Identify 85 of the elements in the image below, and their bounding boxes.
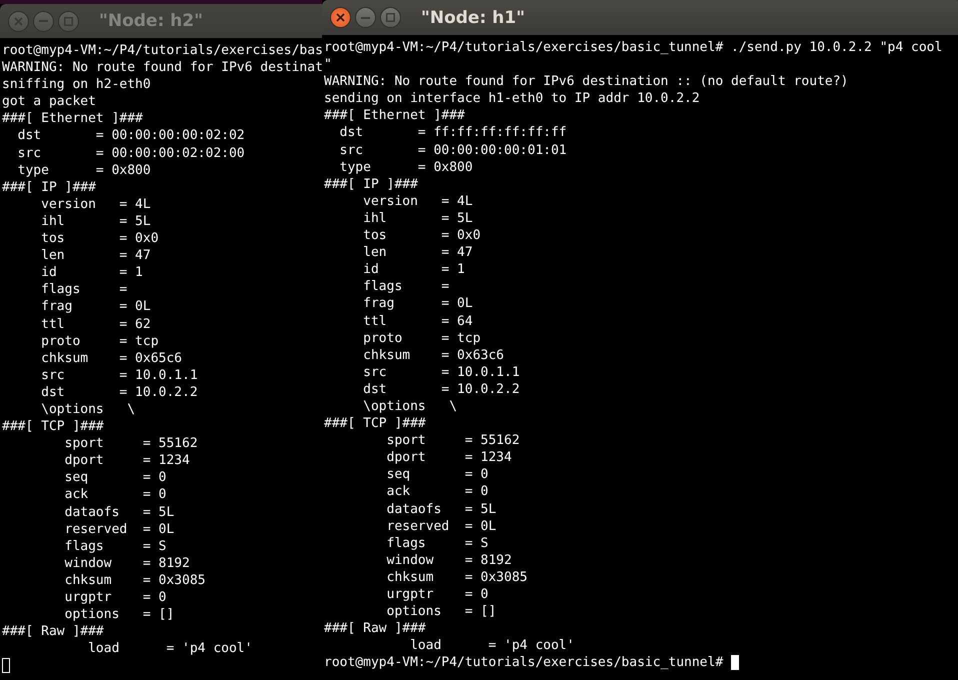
terminal-line: options = [] — [64, 606, 174, 624]
terminal-line: root@myp4-VM:~/P4/tutorials/exercises/basic_tunnel# ./send.py 10.0.2.2 "p4 cool — [324, 39, 942, 56]
terminal-line: tos = 0x0 — [362, 227, 481, 244]
maximize-icon — [386, 13, 395, 22]
terminal-line: tos = 0x0 — [40, 230, 159, 248]
terminal-line: seq = 0 — [64, 469, 166, 486]
terminal-line: reserved = 0L — [386, 518, 496, 535]
terminal-line: window = 8192 — [386, 552, 512, 569]
terminal-line: dst = 00:00:00:00:02:02 — [16, 127, 245, 145]
terminal-line: urgptr = 0 — [386, 586, 488, 604]
terminal-line: seq = 0 — [386, 466, 488, 484]
terminal-line: len = 47 — [40, 247, 151, 264]
minimize-button[interactable] — [33, 10, 54, 32]
terminal-line: sport = 55162 — [64, 435, 198, 452]
terminal-line: load = 'p4 cool' — [87, 640, 252, 658]
terminal-line: version = 4L — [362, 192, 473, 210]
terminal-line: " — [324, 56, 332, 74]
terminal-line: chksum = 0x3085 — [386, 568, 528, 586]
terminal-line: dport = 1234 — [64, 452, 190, 470]
terminal-line: ###[ Ethernet ]### — [324, 107, 465, 124]
close-icon — [14, 16, 23, 26]
terminal-line: src = 00:00:00:02:02:00 — [16, 144, 245, 162]
terminal-line: dst = ff:ff:ff:ff:ff:ff — [338, 124, 567, 142]
window-title: "Node: h1" — [421, 8, 525, 28]
terminal-line: WARNING: No route found for IPv6 destinat — [2, 59, 323, 76]
terminal-line: ###[ TCP ]### — [2, 418, 104, 436]
minimize-icon — [361, 16, 370, 18]
terminal-line: WARNING: No route found for IPv6 destination :: (no default route?) — [324, 73, 848, 90]
window-title: "Node: h2" — [99, 11, 203, 31]
terminal-prompt: root@myp4-VM:~/P4/tutorials/exercises/basic_tunnel# — [324, 654, 724, 672]
terminal-line: ###[ Raw ]### — [2, 623, 104, 640]
terminal-line: root@myp4-VM:~/P4/tutorials/exercises/bas — [2, 42, 323, 60]
terminal-line: id = 1 — [40, 264, 143, 282]
terminal-line: dst = 10.0.2.2 — [362, 380, 520, 398]
terminal-line: ###[ Raw ]### — [324, 620, 426, 638]
terminal-line: type = 0x800 — [338, 158, 473, 176]
terminal-line: flags = — [362, 278, 450, 296]
terminal-line: sniffing on h2-eth0 — [2, 76, 151, 94]
close-icon — [336, 13, 345, 22]
minimize-button[interactable] — [355, 7, 376, 28]
terminal-line: ###[ TCP ]### — [324, 415, 426, 432]
terminal-line: src = 00:00:00:00:01:01 — [338, 142, 567, 159]
close-button[interactable] — [330, 7, 351, 28]
terminal-line: src = 10.0.1.1 — [40, 366, 198, 384]
terminal-line: proto = tcp — [362, 330, 481, 347]
terminal-line: ###[ IP ]### — [324, 176, 418, 193]
terminal-line: proto = tcp — [40, 332, 159, 350]
terminal-line: window = 8192 — [64, 554, 190, 572]
terminal-line: urgptr = 0 — [64, 589, 166, 606]
maximize-button[interactable] — [380, 7, 401, 28]
terminal-line: dst = 10.0.2.2 — [40, 384, 198, 401]
terminal-line: chksum = 0x65c6 — [40, 350, 182, 367]
terminal-line: id = 1 — [362, 261, 465, 278]
terminal-line: ###[ Ethernet ]### — [2, 110, 143, 128]
terminal-line: dport = 1234 — [386, 449, 512, 466]
terminal-line: sport = 55162 — [386, 432, 520, 450]
maximize-icon — [64, 16, 73, 26]
terminal-line: chksum = 0x3085 — [64, 572, 206, 589]
terminal-line: dataofs = 5L — [386, 500, 496, 518]
terminal-line: flags = S — [386, 534, 488, 552]
terminal-line: ttl = 62 — [40, 316, 151, 333]
terminal-line: got a packet — [2, 93, 96, 110]
terminal-line: dataofs = 5L — [64, 504, 174, 521]
terminal-line: frag = 0L — [362, 295, 473, 312]
terminal-line: \options \ — [40, 400, 136, 418]
terminal-line: ttl = 64 — [362, 312, 473, 330]
terminal-line: ack = 0 — [386, 483, 488, 501]
terminal-line: src = 10.0.1.1 — [362, 364, 520, 381]
terminal-line: ###[ IP ]### — [2, 178, 96, 196]
terminal-line: type = 0x800 — [16, 162, 151, 179]
terminal-line: reserved = 0L — [64, 520, 174, 538]
terminal-line: version = 4L — [40, 196, 151, 213]
terminal-line: ihl = 5L — [40, 212, 151, 230]
terminal-line: len = 47 — [362, 244, 473, 262]
terminal-line: frag = 0L — [40, 298, 151, 316]
terminal-line: \options \ — [362, 398, 458, 416]
terminal-line: ack = 0 — [64, 486, 166, 504]
terminal-line: flags = S — [64, 538, 166, 555]
terminal-line: load = 'p4 cool' — [409, 637, 574, 654]
maximize-button[interactable] — [58, 10, 79, 32]
terminal-line: ihl = 5L — [362, 210, 473, 228]
terminal-line: options = [] — [386, 603, 496, 620]
terminal-line: sending on interface h1-eth0 to IP addr 10.0.2.2 — [324, 90, 700, 108]
terminal-line: flags = — [40, 281, 128, 298]
terminal-line: chksum = 0x63c6 — [362, 346, 504, 364]
